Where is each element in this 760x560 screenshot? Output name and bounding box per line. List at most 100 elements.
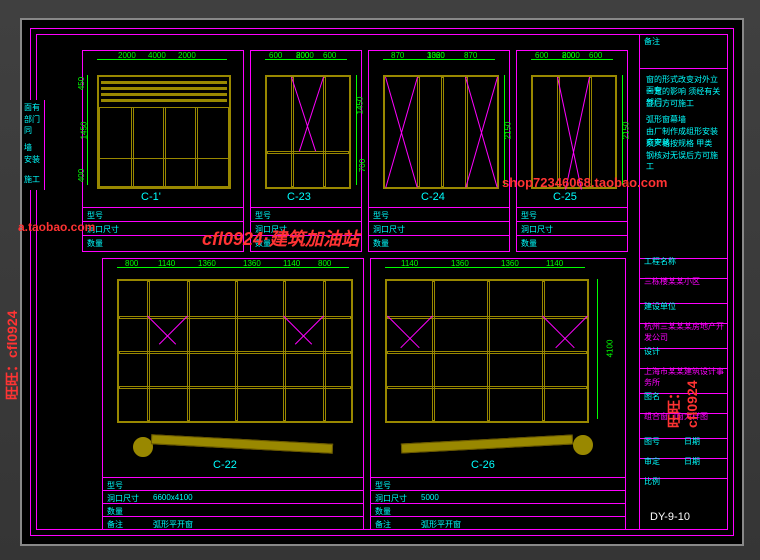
dim-text: 870 xyxy=(464,51,477,60)
dim-text: 600 xyxy=(323,51,336,60)
dim-text: 1140 xyxy=(283,259,300,268)
mullion xyxy=(323,77,326,187)
drawing-label: C-26 xyxy=(471,459,495,471)
tb-label: 图名 xyxy=(644,391,660,402)
mullion xyxy=(187,281,190,421)
tb-label: 建设单位 xyxy=(644,301,676,312)
dim-line-v xyxy=(597,279,598,419)
window-c26 xyxy=(385,279,589,423)
cut-text: 施工 xyxy=(24,174,40,185)
swing-line xyxy=(400,316,433,349)
info-label: 型号 xyxy=(255,210,271,221)
window-c1 xyxy=(97,75,231,189)
watermark: 旺旺：cfl0924 xyxy=(2,311,22,400)
louver xyxy=(101,87,227,90)
mullion xyxy=(163,107,166,187)
tb-label: 日期 xyxy=(684,456,700,467)
tb-label: 设计 xyxy=(644,346,660,357)
dim-text: 2150 xyxy=(622,122,631,140)
drawing-label: C-24 xyxy=(421,191,445,203)
louver xyxy=(101,81,227,84)
note-text: 签后方可施工 xyxy=(646,98,724,109)
sheet-number: DY-9-10 xyxy=(650,511,690,523)
mullion xyxy=(291,77,294,187)
info-label: 备注 xyxy=(107,519,123,530)
dim-text: 4000 xyxy=(148,51,166,60)
cad-canvas[interactable]: 面有 部门同 墙 安装 施工 2000 2000 4000 450 1450 4… xyxy=(20,18,744,546)
app-frame: 面有 部门同 墙 安装 施工 2000 2000 4000 450 1450 4… xyxy=(0,0,760,560)
mullion xyxy=(323,281,326,421)
mullion xyxy=(589,77,592,187)
dim-text: 600 xyxy=(535,51,548,60)
mullion xyxy=(235,281,238,421)
dim-text: 2150 xyxy=(504,122,513,140)
dim-text: 1140 xyxy=(546,259,563,268)
dim-text: 3060 xyxy=(427,51,445,60)
info-label: 型号 xyxy=(521,210,537,221)
drawing-label: C-22 xyxy=(213,459,237,471)
note-text: 钢核对无误后方可施工 xyxy=(646,150,724,172)
dim-text: 1360 xyxy=(451,259,469,268)
tb-label: 工程名称 xyxy=(644,256,676,267)
info-value: 5000 xyxy=(421,493,439,502)
dim-text: 1140 xyxy=(158,259,175,268)
swing-line xyxy=(555,316,588,349)
dim-text: 600 xyxy=(589,51,602,60)
panel-c22: 800 1140 1360 1360 1140 800 C-22 型号 洞口尺寸… xyxy=(102,258,364,530)
tb-value: 杭州三某某某房地产开发公司 xyxy=(644,321,728,343)
panel-c1: 2000 2000 4000 450 1450 400 C-1' 型号 洞口尺寸… xyxy=(82,50,244,252)
mullion xyxy=(283,281,286,421)
panel-c24: 870 1320 870 3060 2150 C-24 型号 洞口尺寸 数量 xyxy=(368,50,510,252)
window-c22 xyxy=(117,279,353,423)
cut-text: 部门同 xyxy=(24,114,44,136)
dim-line xyxy=(117,267,349,268)
mullion xyxy=(465,77,468,187)
column-circle xyxy=(573,435,593,455)
tb-label: 图号 xyxy=(644,436,660,447)
dim-text: 1450 xyxy=(79,122,88,140)
dim-text: 1360 xyxy=(198,259,216,268)
dim-text: 450 xyxy=(77,77,86,90)
mullion xyxy=(131,107,134,187)
dim-text: 700 xyxy=(358,159,367,172)
louver xyxy=(101,93,227,96)
watermark: shop72346068.taobao.com xyxy=(502,175,667,190)
dim-text: 400 xyxy=(77,169,86,182)
panel-c26: 1140 1360 1360 1140 4100 C-26 型号 洞口尺寸500… xyxy=(370,258,626,530)
dim-text: 800 xyxy=(318,259,331,268)
dim-text: 1360 xyxy=(501,259,519,268)
info-label: 洞口尺寸 xyxy=(521,224,553,235)
window-c24 xyxy=(383,75,499,189)
window-c23 xyxy=(265,75,351,189)
arc-plan xyxy=(401,435,573,454)
mullion xyxy=(195,107,198,187)
watermark: 旺旺：cfl0924 xyxy=(664,368,700,428)
dim-text: 800 xyxy=(125,259,138,268)
mullion xyxy=(542,281,545,421)
dim-text: 2000 xyxy=(296,51,314,60)
drawing-label: C-23 xyxy=(287,191,311,203)
window-c25 xyxy=(531,75,617,189)
mullion xyxy=(432,281,435,421)
dim-line-v xyxy=(356,75,357,185)
dim-text: 600 xyxy=(269,51,282,60)
mullion xyxy=(417,77,420,187)
panel-c25: 600 800 600 2000 2150 C-25 型号 洞口尺寸 数量 xyxy=(516,50,628,252)
panel-c23: 600 800 600 2000 1450 700 C-23 型号 洞口尺寸 数… xyxy=(250,50,362,252)
column-circle xyxy=(133,437,153,457)
dim-text: 1140 xyxy=(401,259,418,268)
dim-text: 1360 xyxy=(243,259,261,268)
dim-text: 2000 xyxy=(562,51,580,60)
tb-label: 审定 xyxy=(644,456,660,467)
cut-text: 面有 xyxy=(24,102,40,113)
mullion xyxy=(147,281,150,421)
title-block: 备注 窗的形式改变对外立面有 一定的影响 须经有关部门 签后方可施工 弧形窗幕墙… xyxy=(639,34,728,530)
dim-text: 4100 xyxy=(605,340,614,358)
transom xyxy=(267,151,349,154)
cut-text: 墙 xyxy=(24,142,32,153)
info-label: 备注 xyxy=(375,519,391,530)
watermark: a.taobao.com xyxy=(18,220,95,234)
info-value: 弧形平开窗 xyxy=(153,519,193,530)
dim-text: 2000 xyxy=(178,51,196,60)
info-label: 型号 xyxy=(373,210,389,221)
